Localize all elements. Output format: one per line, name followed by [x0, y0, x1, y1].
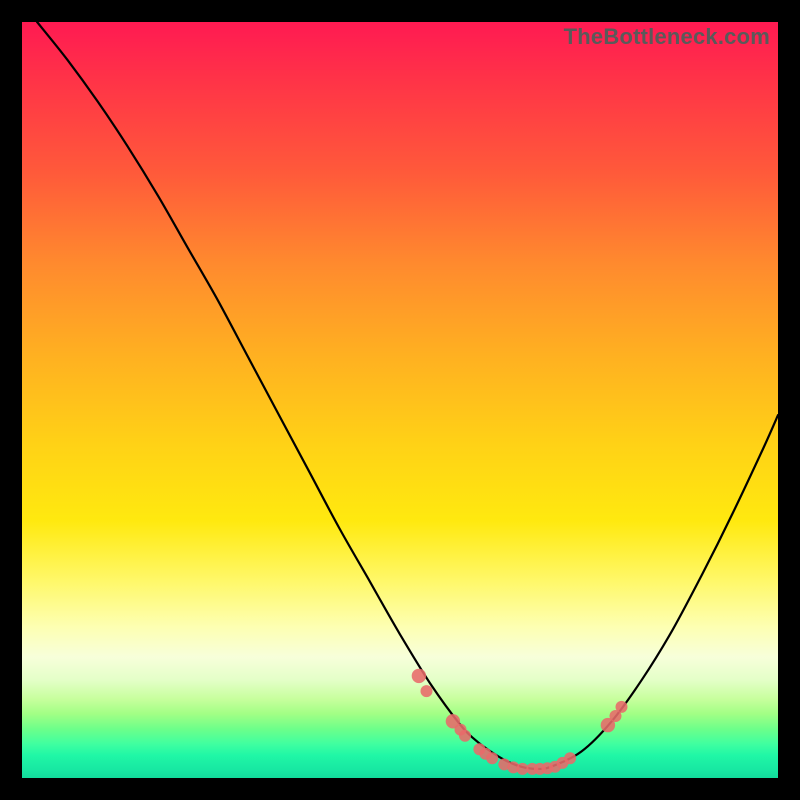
bottleneck-chart: [22, 22, 778, 778]
data-marker: [421, 685, 433, 697]
data-marker: [616, 701, 628, 713]
marker-group: [412, 669, 628, 775]
data-marker: [564, 752, 576, 764]
data-marker: [459, 730, 471, 742]
data-marker: [486, 752, 498, 764]
chart-frame: TheBottleneck.com: [22, 22, 778, 778]
plot-area: TheBottleneck.com: [22, 22, 778, 778]
data-marker: [412, 669, 426, 683]
curve-line: [37, 22, 778, 769]
